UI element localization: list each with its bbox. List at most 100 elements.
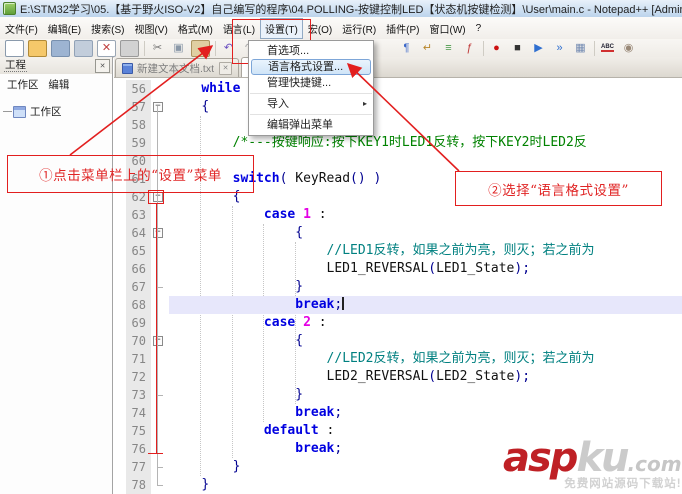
line-number: 59 <box>126 134 151 152</box>
menu-search[interactable]: 搜索(S) <box>86 18 129 39</box>
code-line[interactable]: LED1_REVERSAL(LED1_State); <box>169 260 682 278</box>
save-icon[interactable] <box>51 39 70 57</box>
code-line[interactable]: break; <box>169 296 682 314</box>
function-list-icon[interactable]: ƒ <box>461 41 478 56</box>
tree-connector <box>3 111 12 112</box>
code-line[interactable]: //LED2反转，如果之前为亮，则灭；若之前为 <box>169 350 682 368</box>
fold-collapse-icon[interactable]: − <box>153 336 163 346</box>
menu-format[interactable]: 格式(M) <box>173 18 218 39</box>
line-number: 68 <box>126 296 151 314</box>
watermark: asp ku .com 免费网站源码下载站! <box>503 435 682 491</box>
tab-label: 新建文本文档.txt <box>137 62 215 75</box>
tab-new-document[interactable]: 新建文本文档.txt ✕ <box>115 58 240 77</box>
toolbar-separator <box>594 40 595 56</box>
menu-item-shortcut-mapper[interactable]: 管理快捷键... <box>249 75 373 91</box>
code-line[interactable]: { <box>169 332 682 350</box>
show-symbol-icon[interactable]: ¶ <box>398 41 415 56</box>
indent-guide-icon[interactable]: ≡ <box>440 41 457 56</box>
save-all-icon[interactable] <box>74 39 93 57</box>
submenu-arrow-icon: ▸ <box>362 99 367 108</box>
print-icon[interactable] <box>120 39 139 57</box>
project-panel-title: 工程 <box>4 59 27 72</box>
code-line[interactable]: { <box>169 98 682 116</box>
code-line[interactable]: } <box>169 386 682 404</box>
code-line[interactable]: break; <box>169 404 682 422</box>
cut-icon[interactable]: ✂ <box>149 41 166 56</box>
notepadpp-icon <box>3 2 16 15</box>
annotation-step1-text: ①点击菜单栏上的“设置”菜单 <box>39 168 222 184</box>
fold-margin <box>151 242 169 260</box>
macro-save-icon[interactable]: ▦ <box>572 41 589 56</box>
menu-item-preferences[interactable]: 首选项... <box>249 43 373 59</box>
line-number: 67 <box>126 278 151 296</box>
project-panel-header: 工程 ✕ <box>0 57 112 74</box>
fold-margin <box>151 206 169 224</box>
annotation-step2-box: ②选择“语言格式设置” <box>455 171 662 206</box>
fold-end-tick <box>157 467 163 468</box>
workspace-label: 工作区 <box>30 106 62 118</box>
menu-item-style-configurator[interactable]: 语言格式设置... <box>251 59 371 75</box>
project-panel: 工程 ✕ 工作区 编辑 工作区 <box>0 57 113 494</box>
fold-margin <box>151 260 169 278</box>
macro-play-icon[interactable]: ▶ <box>530 41 547 56</box>
line-number: 77 <box>126 458 151 476</box>
snapshot-icon[interactable]: ◉ <box>620 41 637 56</box>
fold-margin <box>151 116 169 134</box>
code-line[interactable]: case 2 : <box>169 314 682 332</box>
toolbar-separator <box>483 40 484 56</box>
toolbar-separator <box>215 40 216 56</box>
line-number: 69 <box>126 314 151 332</box>
menu-help[interactable]: ? <box>471 20 487 37</box>
new-file-icon[interactable] <box>5 39 24 57</box>
fold-collapse-icon[interactable]: − <box>153 102 163 112</box>
menu-run[interactable]: 运行(R) <box>337 18 381 39</box>
fold-margin <box>151 368 169 386</box>
code-line[interactable]: while <box>169 80 682 98</box>
code-row: 66 LED1_REVERSAL(LED1_State); <box>126 260 682 278</box>
annotation-fold-range-line <box>156 204 157 453</box>
title-bar: E:\STM32学习\05.【基于野火ISO-V2】自己编写的程序\04.POL… <box>0 0 682 18</box>
open-folder-icon[interactable] <box>28 39 47 57</box>
workspace-icon <box>13 105 26 118</box>
macro-run-multiple-icon[interactable]: » <box>551 41 568 56</box>
code-row: 74 break; <box>126 404 682 422</box>
workspace-tree-item[interactable]: 工作区 <box>0 104 112 119</box>
line-number: 58 <box>126 116 151 134</box>
close-file-icon[interactable]: ✕ <box>97 39 116 57</box>
line-number: 76 <box>126 440 151 458</box>
menu-plugins[interactable]: 插件(P) <box>381 18 424 39</box>
notepadpp-window: E:\STM32学习\05.【基于野火ISO-V2】自己编写的程序\04.POL… <box>0 0 682 494</box>
code-line[interactable]: } <box>169 278 682 296</box>
menu-view[interactable]: 视图(V) <box>129 18 172 39</box>
spell-check-icon[interactable]: ABC <box>599 41 616 56</box>
panel-menu-workspace[interactable]: 工作区 <box>7 79 39 91</box>
macro-stop-icon[interactable]: ■ <box>509 41 526 56</box>
macro-record-icon[interactable]: ● <box>488 41 505 56</box>
menu-file[interactable]: 文件(F) <box>0 18 43 39</box>
code-line[interactable]: /*---按键响应:按下KEY1时LED1反转，按下KEY2时LED2反 <box>169 134 682 152</box>
paste-icon[interactable] <box>191 39 210 57</box>
settings-dropdown-menu: 首选项... 语言格式设置... 管理快捷键... 导入 ▸ 编辑弹出菜单 <box>248 40 374 136</box>
copy-icon[interactable]: ▣ <box>170 41 187 56</box>
fold-margin: − <box>151 332 169 350</box>
code-line[interactable] <box>169 116 682 134</box>
code-line[interactable]: //LED1反转，如果之前为亮，则灭；若之前为 <box>169 242 682 260</box>
code-line[interactable]: LED2_REVERSAL(LED2_State); <box>169 368 682 386</box>
code-row: 72 LED2_REVERSAL(LED2_State); <box>126 368 682 386</box>
code-row: 68 break; <box>126 296 682 314</box>
fold-margin <box>151 440 169 458</box>
tab-close-icon[interactable]: ✕ <box>219 61 233 75</box>
word-wrap-icon[interactable]: ↵ <box>419 41 436 56</box>
fold-collapse-icon[interactable]: − <box>153 228 163 238</box>
menu-item-import[interactable]: 导入 ▸ <box>249 96 373 112</box>
menu-window[interactable]: 窗口(W) <box>425 18 471 39</box>
menu-edit[interactable]: 编辑(E) <box>43 18 86 39</box>
fold-margin <box>151 296 169 314</box>
code-row: 69 case 2 : <box>126 314 682 332</box>
code-line[interactable]: { <box>169 224 682 242</box>
code-line[interactable]: case 1 : <box>169 206 682 224</box>
fold-margin <box>151 80 169 98</box>
menu-item-edit-popup-menu[interactable]: 编辑弹出菜单 <box>249 117 373 133</box>
panel-menu-edit[interactable]: 编辑 <box>48 79 69 91</box>
panel-close-icon[interactable]: ✕ <box>95 59 110 73</box>
